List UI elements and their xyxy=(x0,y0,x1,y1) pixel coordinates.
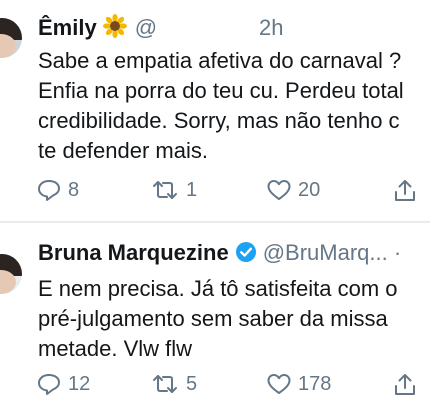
tweet-text-line: pré-julgamento sem saber da missa xyxy=(38,306,388,331)
tweet-header: Êmily @2h xyxy=(38,14,284,44)
tweet-emily[interactable]: Êmily @2h Sabe a empatia afetiva do carn… xyxy=(0,0,430,222)
reply-button[interactable]: 12 xyxy=(36,372,90,396)
tweet-text-line: Enfia na porra do teu cu. Perdeu total xyxy=(38,78,404,103)
tweet-text: Sabe a empatia afetiva do carnaval ? Enf… xyxy=(38,46,430,166)
handle[interactable]: @BruMarq... xyxy=(263,240,388,265)
retweet-icon xyxy=(150,178,180,202)
more-dot[interactable]: · xyxy=(394,240,401,265)
tweet-text-line: te defender mais. xyxy=(38,138,208,163)
heart-icon xyxy=(266,178,292,202)
tweet-header: Bruna Marquezine @BruMarq... · xyxy=(38,240,401,269)
avatar[interactable] xyxy=(0,18,22,58)
share-icon xyxy=(392,372,418,398)
share-button[interactable] xyxy=(392,372,418,398)
tweet-text-line: E nem precisa. Já tô satisfeita com o xyxy=(38,276,398,301)
tweet-text-line: metade. Vlw flw xyxy=(38,336,193,361)
avatar[interactable] xyxy=(0,254,22,294)
like-button[interactable]: 20 xyxy=(266,178,320,202)
handle[interactable]: @ xyxy=(135,15,157,40)
share-icon xyxy=(392,178,418,204)
retweet-button[interactable]: 5 xyxy=(150,372,197,396)
display-name[interactable]: Bruna Marquezine xyxy=(38,240,229,265)
reply-count: 8 xyxy=(68,178,80,201)
verified-badge-icon xyxy=(235,241,257,269)
tweet-actions: 8 1 20 xyxy=(36,178,430,208)
share-button[interactable] xyxy=(392,178,418,204)
like-count: 178 xyxy=(298,372,332,395)
retweet-count: 1 xyxy=(186,178,198,201)
retweet-button[interactable]: 1 xyxy=(150,178,197,202)
tweet-text-line: credibilidade. Sorry, mas não tenho c xyxy=(38,108,400,133)
display-name[interactable]: Êmily xyxy=(38,15,97,40)
tweet-text-line: Sabe a empatia afetiva do carnaval ? xyxy=(38,48,402,73)
retweet-icon xyxy=(150,372,180,396)
retweet-count: 5 xyxy=(186,372,198,395)
heart-icon xyxy=(266,372,292,396)
like-count: 20 xyxy=(298,178,321,201)
timestamp[interactable]: 2h xyxy=(259,15,283,40)
sunflower-emoji-icon xyxy=(102,14,127,44)
tweet-actions: 12 5 178 xyxy=(36,372,430,402)
reply-icon xyxy=(36,372,62,396)
reply-button[interactable]: 8 xyxy=(36,178,79,202)
reply-count: 12 xyxy=(68,372,91,395)
tweet-bruna[interactable]: Bruna Marquezine @BruMarq... · E nem prec… xyxy=(0,222,430,416)
tweet-text: E nem precisa. Já tô satisfeita com o pr… xyxy=(38,274,430,364)
like-button[interactable]: 178 xyxy=(266,372,331,396)
reply-icon xyxy=(36,178,62,202)
